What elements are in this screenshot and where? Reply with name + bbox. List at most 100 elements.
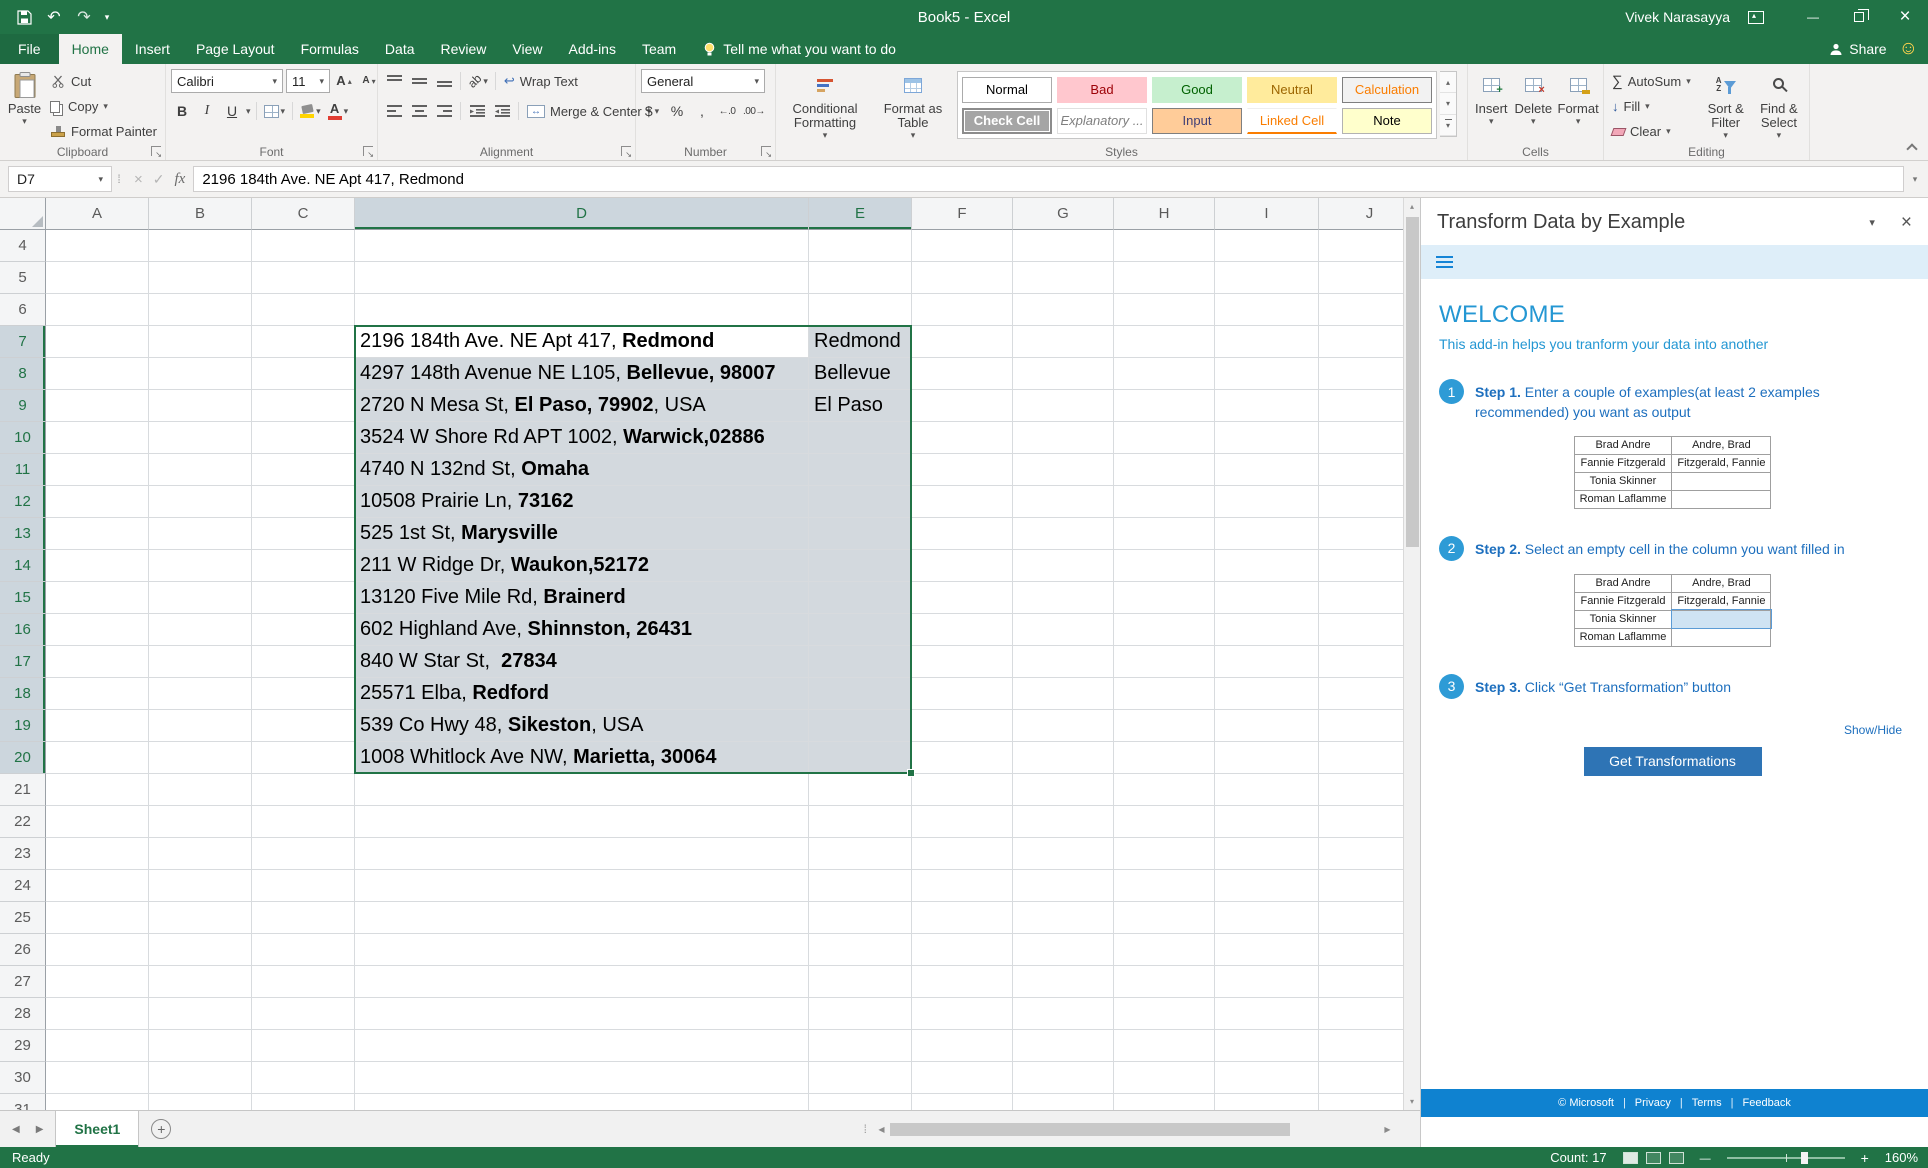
tab-view[interactable]: View — [499, 34, 555, 64]
page-layout-view-icon[interactable] — [1646, 1152, 1661, 1164]
cell-E18[interactable] — [809, 678, 912, 710]
cell-F19[interactable] — [912, 710, 1013, 742]
pane-close-icon[interactable] — [1901, 215, 1912, 231]
cell-C11[interactable] — [252, 454, 355, 486]
cell-I30[interactable] — [1215, 1062, 1319, 1094]
cell-G17[interactable] — [1013, 646, 1114, 678]
cell-H7[interactable] — [1114, 326, 1215, 358]
restore-button[interactable] — [1836, 0, 1882, 34]
insert-cells-button[interactable]: Insert — [1473, 68, 1510, 144]
format-painter-button[interactable]: Format Painter — [47, 120, 160, 143]
cell-F9[interactable] — [912, 390, 1013, 422]
cell-J15[interactable] — [1319, 582, 1403, 614]
cell-G5[interactable] — [1013, 262, 1114, 294]
cell-H12[interactable] — [1114, 486, 1215, 518]
accounting-format-button[interactable]: $ — [641, 99, 663, 123]
row-header-16[interactable]: 16 — [0, 614, 46, 646]
tell-me-box[interactable]: Tell me what you want to do — [703, 34, 896, 64]
cell-D31[interactable] — [355, 1094, 809, 1110]
cell-C20[interactable] — [252, 742, 355, 774]
cell-D12[interactable]: 10508 Prairie Ln, 73162 — [355, 486, 809, 518]
cell-D6[interactable] — [355, 294, 809, 326]
cell-D9[interactable]: 2720 N Mesa St, El Paso, 79902, USA — [355, 390, 809, 422]
cell-B31[interactable] — [149, 1094, 252, 1110]
sheet-tab-sheet1[interactable]: Sheet1 — [55, 1111, 139, 1147]
cell-E6[interactable] — [809, 294, 912, 326]
cell-E4[interactable] — [809, 230, 912, 262]
format-cells-button[interactable]: Format — [1557, 68, 1599, 144]
cell-C21[interactable] — [252, 774, 355, 806]
cell-C25[interactable] — [252, 902, 355, 934]
cell-I19[interactable] — [1215, 710, 1319, 742]
row-header-29[interactable]: 29 — [0, 1030, 46, 1062]
cell-I14[interactable] — [1215, 550, 1319, 582]
cell-D22[interactable] — [355, 806, 809, 838]
cell-I29[interactable] — [1215, 1030, 1319, 1062]
comma-style-button[interactable]: , — [691, 99, 713, 123]
clipboard-dialog-launcher[interactable] — [151, 146, 161, 156]
cell-E12[interactable] — [809, 486, 912, 518]
borders-button[interactable] — [262, 99, 288, 123]
cell-E13[interactable] — [809, 518, 912, 550]
cell-I23[interactable] — [1215, 838, 1319, 870]
cell-A11[interactable] — [46, 454, 149, 486]
gallery-down-icon[interactable] — [1440, 93, 1456, 114]
cell-J4[interactable] — [1319, 230, 1403, 262]
tab-insert[interactable]: Insert — [122, 34, 183, 64]
cell-D14[interactable]: 211 W Ridge Dr, Waukon,52172 — [355, 550, 809, 582]
cell-H19[interactable] — [1114, 710, 1215, 742]
align-left-button[interactable] — [383, 99, 405, 123]
user-name[interactable]: Vivek Narasayya — [1625, 9, 1730, 25]
column-header-C[interactable]: C — [252, 198, 355, 230]
cell-F12[interactable] — [912, 486, 1013, 518]
format-as-table-button[interactable]: Format as Table — [872, 68, 954, 144]
cell-E5[interactable] — [809, 262, 912, 294]
cell-I20[interactable] — [1215, 742, 1319, 774]
cell-F11[interactable] — [912, 454, 1013, 486]
cell-C17[interactable] — [252, 646, 355, 678]
align-right-button[interactable] — [433, 99, 455, 123]
wrap-text-button[interactable]: Wrap Text — [501, 70, 581, 93]
alignment-dialog-launcher[interactable] — [621, 146, 631, 156]
cell-C22[interactable] — [252, 806, 355, 838]
zoom-level[interactable]: 160% — [1885, 1150, 1918, 1165]
cell-D18[interactable]: 25571 Elba, Redford — [355, 678, 809, 710]
cell-J30[interactable] — [1319, 1062, 1403, 1094]
cell-I4[interactable] — [1215, 230, 1319, 262]
cell-H13[interactable] — [1114, 518, 1215, 550]
vertical-scroll-thumb[interactable] — [1406, 217, 1419, 547]
row-header-13[interactable]: 13 — [0, 518, 46, 550]
row-header-9[interactable]: 9 — [0, 390, 46, 422]
scroll-down-icon[interactable] — [1404, 1093, 1420, 1110]
cell-style-good[interactable]: Good — [1152, 77, 1242, 103]
column-header-E[interactable]: E — [809, 198, 912, 230]
row-header-31[interactable]: 31 — [0, 1094, 46, 1110]
hamburger-menu-icon[interactable] — [1436, 256, 1453, 258]
cell-B20[interactable] — [149, 742, 252, 774]
cell-A15[interactable] — [46, 582, 149, 614]
cell-I8[interactable] — [1215, 358, 1319, 390]
cell-A29[interactable] — [46, 1030, 149, 1062]
cell-C15[interactable] — [252, 582, 355, 614]
cell-G25[interactable] — [1013, 902, 1114, 934]
cell-G12[interactable] — [1013, 486, 1114, 518]
cell-I27[interactable] — [1215, 966, 1319, 998]
cell-I10[interactable] — [1215, 422, 1319, 454]
cell-F4[interactable] — [912, 230, 1013, 262]
column-header-D[interactable]: D — [355, 198, 809, 230]
cell-F31[interactable] — [912, 1094, 1013, 1110]
confirm-entry-icon[interactable]: ✓ — [153, 171, 165, 188]
cell-A5[interactable] — [46, 262, 149, 294]
cell-F25[interactable] — [912, 902, 1013, 934]
cell-D5[interactable] — [355, 262, 809, 294]
increase-indent-button[interactable] — [491, 99, 513, 123]
cell-B9[interactable] — [149, 390, 252, 422]
cell-H6[interactable] — [1114, 294, 1215, 326]
cell-B19[interactable] — [149, 710, 252, 742]
cell-F17[interactable] — [912, 646, 1013, 678]
row-header-28[interactable]: 28 — [0, 998, 46, 1030]
horizontal-scrollbar[interactable] — [873, 1121, 1396, 1138]
cell-A30[interactable] — [46, 1062, 149, 1094]
normal-view-icon[interactable] — [1623, 1152, 1638, 1164]
scroll-right-icon[interactable] — [1379, 1125, 1396, 1134]
